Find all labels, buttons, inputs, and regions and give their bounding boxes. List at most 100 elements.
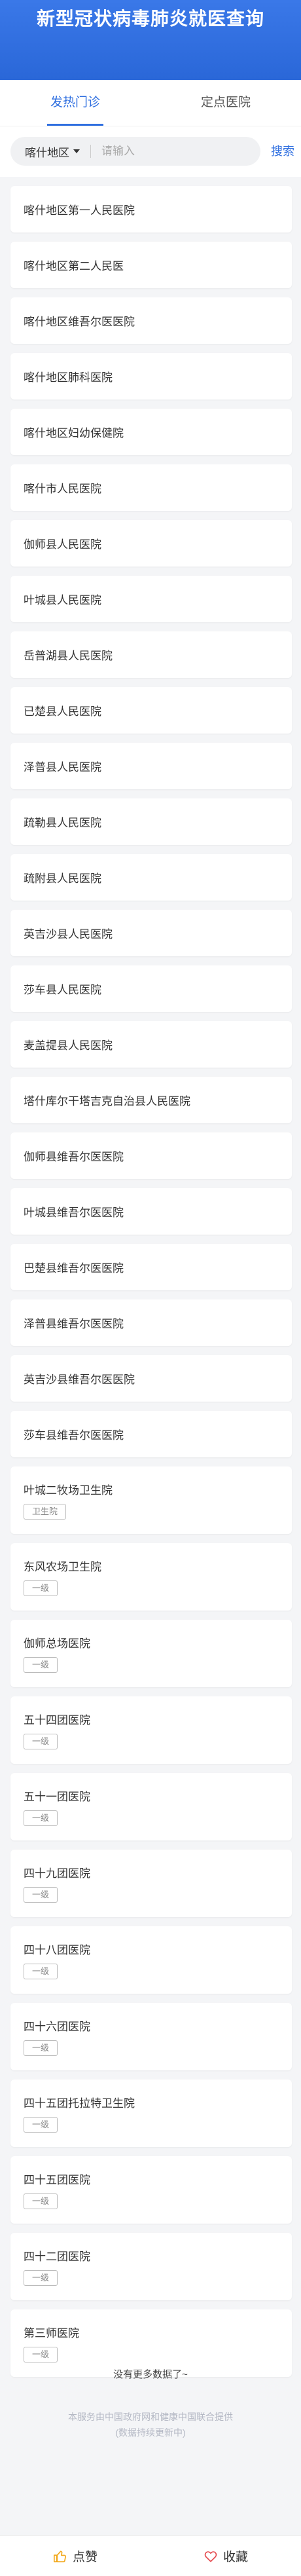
hospital-card[interactable]: 喀什地区维吾尔医医院 [10,297,292,344]
hospital-card[interactable]: 伽师县人民医院 [10,520,292,567]
search-button[interactable]: 搜索 [271,137,294,166]
hospital-card[interactable]: 四十二团医院 一级 [10,2233,292,2300]
hospital-card-body: 四十九团医院 一级 [24,1864,279,1903]
hospital-name: 塔什库尔干塔吉克自治县人民医院 [24,1095,190,1108]
hospital-name: 英吉沙县人民医院 [24,928,113,941]
hospital-name: 喀什地区第一人民医院 [24,204,135,217]
hospital-name: 伽师总场医院 [24,1637,90,1650]
page: 新型冠状病毒肺炎就医查询 发热门诊 定点医院 喀什地区 搜索 喀什地区第一人民医… [0,0,301,2576]
region-label: 喀什地区 [25,146,69,159]
hospital-card-body: 东风农场卫生院 一级 [24,1558,279,1596]
hospital-card-body: 喀什市人民医院 [24,479,101,496]
favorite-button[interactable]: 收藏 [150,2536,301,2576]
hospital-card[interactable]: 伽师县维吾尔医医院 [10,1132,292,1179]
region-dropdown[interactable]: 喀什地区 [10,143,80,160]
tab-fever-clinic[interactable]: 发热门诊 [0,80,150,126]
hospital-card[interactable]: 喀什地区妇幼保健院 [10,409,292,455]
hospital-card[interactable]: 伽师总场医院 一级 [10,1620,292,1687]
source-note: 本服务由中国政府网和健康中国联合提供 (数据持续更新中) [0,2409,301,2440]
hospital-card-body: 伽师总场医院 一级 [24,1634,279,1673]
hospital-card-body: 已楚县人民医院 [24,702,101,719]
hospital-card[interactable]: 四十五团医院 一级 [10,2156,292,2224]
hospital-level-badge: 一级 [24,1810,58,1826]
hospital-name: 喀什地区维吾尔医医院 [24,316,135,328]
hospital-level-badge: 一级 [24,2347,58,2362]
hospital-level-badge: 一级 [24,1964,58,1979]
heart-icon [204,2550,217,2562]
hospital-name: 泽普县人民医院 [24,761,101,774]
hospital-card-body: 五十一团医院 一级 [24,1787,279,1826]
hospital-card-body: 疏勒县人民医院 [24,813,101,830]
hospital-card[interactable]: 四十六团医院 一级 [10,2003,292,2070]
hospital-name: 五十四团医院 [24,1714,90,1727]
hospital-card-body: 麦盖提县人民医院 [24,1036,113,1053]
hospital-card[interactable]: 莎车县人民医院 [10,965,292,1012]
hospital-name: 第三师医院 [24,2327,79,2340]
hospital-name: 已楚县人民医院 [24,705,101,718]
hospital-name: 泽普县维吾尔医医院 [24,1318,124,1330]
hospital-card-body: 岳普湖县人民医院 [24,646,113,663]
hospital-card[interactable]: 麦盖提县人民医院 [10,1021,292,1068]
hospital-card[interactable]: 英吉沙县人民医院 [10,910,292,956]
hospital-card[interactable]: 泽普县人民医院 [10,743,292,789]
hospital-name: 四十五团医院 [24,2174,90,2186]
hospital-card[interactable]: 莎车县维吾尔医医院 [10,1411,292,1457]
hospital-card[interactable]: 四十八团医院 一级 [10,1926,292,1994]
hospital-card[interactable]: 叶城县维吾尔医医院 [10,1188,292,1235]
hospital-card[interactable]: 叶城县人民医院 [10,576,292,622]
hospital-level-badge: 一级 [24,2040,58,2056]
hospital-card[interactable]: 喀什地区肺科医院 [10,353,292,400]
hospital-card[interactable]: 疏附县人民医院 [10,854,292,901]
hospital-card[interactable]: 巴楚县维吾尔医医院 [10,1244,292,1290]
hospital-card[interactable]: 疏勒县人民医院 [10,798,292,845]
hospital-name: 喀什地区第二人民医 [24,260,124,272]
hospital-card[interactable]: 喀什地区第二人民医 [10,242,292,288]
search-bar: 喀什地区 搜索 [0,126,301,177]
hospital-name: 英吉沙县维吾尔医医院 [24,1373,135,1386]
hospital-card[interactable]: 五十一团医院 一级 [10,1773,292,1840]
hospital-card[interactable]: 五十四团医院 一级 [10,1696,292,1764]
hospital-card-body: 喀什地区维吾尔医医院 [24,312,135,329]
hospital-card[interactable]: 塔什库尔干塔吉克自治县人民医院 [10,1077,292,1123]
hospital-card-body: 第三师医院 一级 [24,2324,279,2362]
hospital-card-body: 喀什地区第二人民医 [24,257,124,273]
hospital-card[interactable]: 四十九团医院 一级 [10,1850,292,1917]
hospital-card[interactable]: 岳普湖县人民医院 [10,631,292,678]
page-title: 新型冠状病毒肺炎就医查询 [36,9,264,29]
hospital-card-body: 四十六团医院 一级 [24,2017,279,2056]
hospital-card[interactable]: 英吉沙县维吾尔医医院 [10,1355,292,1402]
hospital-card-body: 伽师县人民医院 [24,535,101,551]
hospital-card[interactable]: 叶城二牧场卫生院 卫生院 [10,1466,292,1534]
tab-designated-hospital[interactable]: 定点医院 [150,80,301,126]
hospital-name: 喀什市人民医院 [24,483,101,495]
hospital-name: 疏勒县人民医院 [24,817,101,829]
hospital-card-body: 五十四团医院 一级 [24,1711,279,1749]
like-button[interactable]: 点赞 [0,2536,150,2576]
hospital-card-body: 叶城县人民医院 [24,591,101,607]
hospital-card[interactable]: 喀什地区第一人民医院 [10,186,292,233]
hospital-card[interactable]: 喀什市人民医院 [10,464,292,511]
hospital-level-badge: 一级 [24,2270,58,2286]
hospital-name: 喀什地区妇幼保健院 [24,427,124,439]
hospital-card-body: 巴楚县维吾尔医医院 [24,1259,124,1275]
hospital-card-body: 喀什地区妇幼保健院 [24,424,124,440]
hospital-card-body: 泽普县人民医院 [24,758,101,774]
search-input[interactable] [101,145,260,158]
hospital-card[interactable]: 四十五团托拉特卫生院 一级 [10,2080,292,2147]
search-box: 喀什地区 [10,137,260,166]
hospital-name: 巴楚县维吾尔医医院 [24,1262,124,1275]
hospital-card[interactable]: 泽普县维吾尔医医院 [10,1299,292,1346]
hospital-card-body: 疏附县人民医院 [24,869,101,886]
hospital-name: 岳普湖县人民医院 [24,650,113,662]
hospital-card-body: 喀什地区肺科医院 [24,368,113,384]
hospital-card-body: 塔什库尔干塔吉克自治县人民医院 [24,1092,190,1108]
hospital-level-badge: 一级 [24,1657,58,1673]
hospital-name: 叶城县维吾尔医医院 [24,1206,124,1219]
hospital-card[interactable]: 东风农场卫生院 一级 [10,1543,292,1611]
hospital-level-badge: 一级 [24,1580,58,1596]
tab-bar: 发热门诊 定点医院 [0,80,301,126]
divider [90,145,91,158]
hospital-card[interactable]: 已楚县人民医院 [10,687,292,734]
hospital-name: 五十一团医院 [24,1791,90,1803]
hospital-card-body: 叶城县维吾尔医医院 [24,1203,124,1220]
